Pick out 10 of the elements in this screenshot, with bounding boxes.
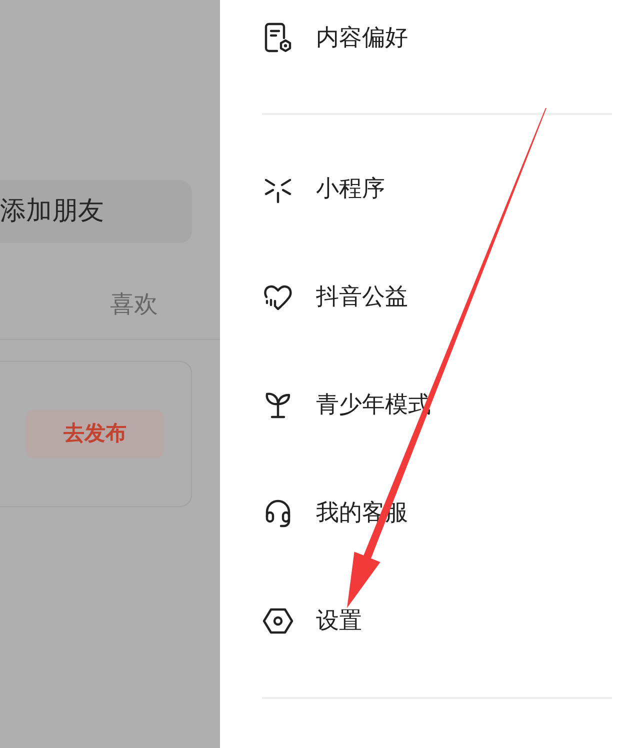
menu-item-label: 内容偏好 [316,24,408,53]
menu-item-label: 小程序 [316,174,385,204]
menu-item[interactable]: 抖音公益 [262,243,612,351]
menu-item[interactable]: 小程序 [262,135,612,243]
document-gear-icon [262,22,294,54]
menu-item[interactable]: 设置 [262,567,612,675]
menu-item-label: 抖音公益 [316,282,408,312]
menu-item[interactable]: 内容偏好 [262,0,612,76]
menu-item-label: 设置 [316,606,362,636]
add-friend-button[interactable]: 添加朋友 [0,180,192,243]
